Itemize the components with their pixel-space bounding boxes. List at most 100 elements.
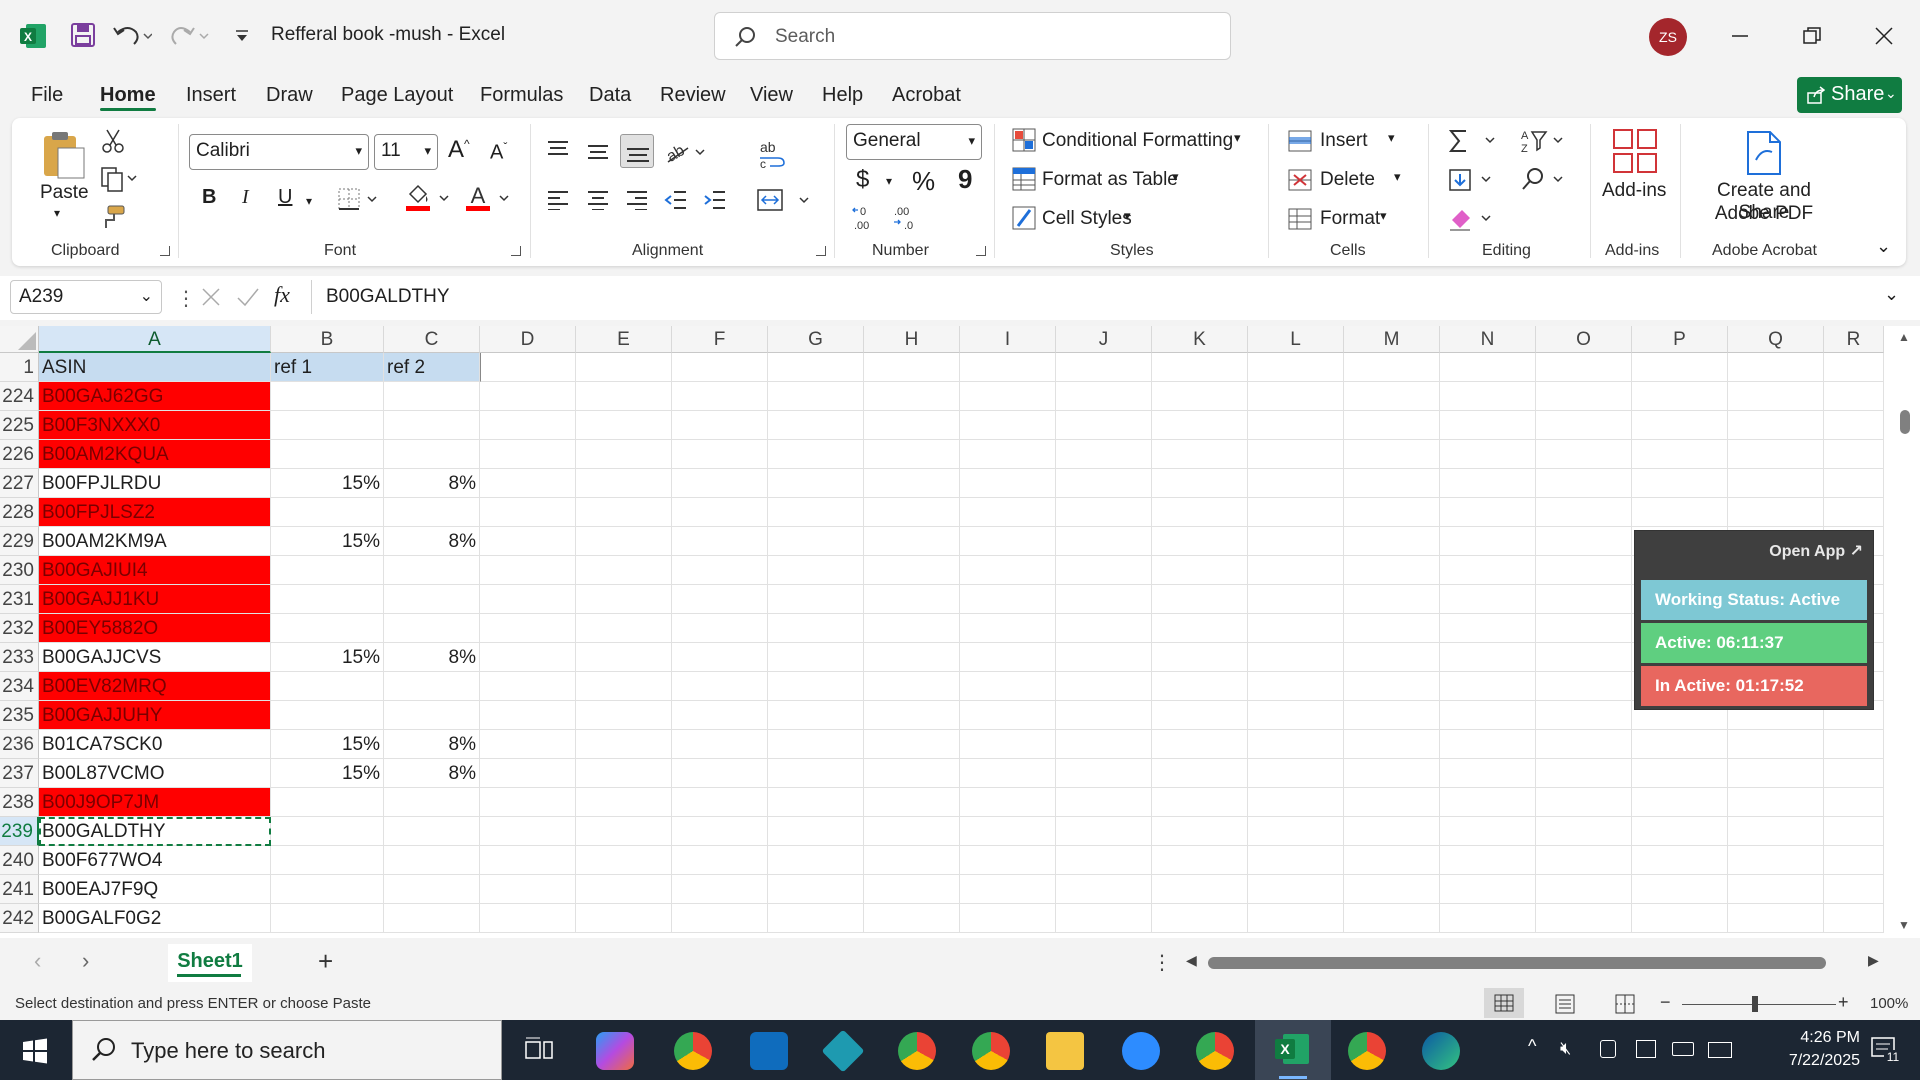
cell-a[interactable]: B00GAJJ1KU: [39, 585, 271, 614]
cell-empty[interactable]: [672, 556, 768, 585]
cancel-entry-icon[interactable]: [200, 286, 222, 308]
cell-empty[interactable]: [1536, 904, 1632, 933]
cell-empty[interactable]: [1248, 382, 1344, 411]
save-icon[interactable]: [70, 22, 96, 48]
cell-empty[interactable]: [1344, 440, 1440, 469]
cell-empty[interactable]: [960, 469, 1056, 498]
cell-empty[interactable]: [480, 469, 576, 498]
cell-empty[interactable]: [1824, 817, 1884, 846]
cell-a[interactable]: B00GAJJUHY: [39, 701, 271, 730]
cell-empty[interactable]: [1536, 730, 1632, 759]
cell-empty[interactable]: [1632, 353, 1728, 382]
cell-empty[interactable]: [960, 846, 1056, 875]
cell-empty[interactable]: [864, 817, 960, 846]
cell-empty[interactable]: [1056, 817, 1152, 846]
cell-empty[interactable]: [960, 817, 1056, 846]
cell-empty[interactable]: [1056, 498, 1152, 527]
cell-empty[interactable]: [1056, 701, 1152, 730]
increase-indent-icon[interactable]: [703, 190, 727, 210]
cell-empty[interactable]: [960, 585, 1056, 614]
cell-empty[interactable]: [1344, 904, 1440, 933]
cell-empty[interactable]: [768, 469, 864, 498]
row-header[interactable]: 228: [0, 498, 39, 527]
cell-empty[interactable]: [864, 411, 960, 440]
cell-a[interactable]: B00EV82MRQ: [39, 672, 271, 701]
cell-empty[interactable]: [1440, 730, 1536, 759]
cell-empty[interactable]: [672, 614, 768, 643]
cell-empty[interactable]: [1824, 382, 1884, 411]
recording-icon[interactable]: [1636, 1040, 1656, 1058]
cell-empty[interactable]: [1632, 469, 1728, 498]
cell-empty[interactable]: [1728, 759, 1824, 788]
cell-empty[interactable]: [1440, 788, 1536, 817]
chrome-profile-icon[interactable]: [1348, 1032, 1386, 1070]
cell-empty[interactable]: [672, 788, 768, 817]
cut-icon[interactable]: [102, 128, 124, 154]
cell-empty[interactable]: [1152, 411, 1248, 440]
cell-empty[interactable]: [1440, 904, 1536, 933]
zoom-level[interactable]: 100%: [1870, 995, 1908, 1012]
cell-empty[interactable]: [1248, 759, 1344, 788]
cell-empty[interactable]: [1824, 411, 1884, 440]
percent-button[interactable]: %: [912, 166, 935, 197]
cell-empty[interactable]: [1152, 817, 1248, 846]
cell-empty[interactable]: [1248, 701, 1344, 730]
cell-empty[interactable]: [1440, 411, 1536, 440]
cell-empty[interactable]: [1728, 382, 1824, 411]
cell-empty[interactable]: [1056, 382, 1152, 411]
cell-empty[interactable]: [1056, 643, 1152, 672]
wrap-text-icon[interactable]: ab c: [758, 138, 786, 168]
cell-empty[interactable]: [1152, 759, 1248, 788]
cell-b-header[interactable]: ref 1: [271, 353, 384, 382]
font-size-select[interactable]: 11 ▾: [374, 134, 438, 170]
cell-c[interactable]: [384, 382, 480, 411]
volume-muted-icon[interactable]: 🔇︎: [1560, 1038, 1571, 1059]
chrome-icon[interactable]: [674, 1032, 712, 1070]
more-options-icon[interactable]: ⋮: [1152, 950, 1172, 975]
row-header[interactable]: 224: [0, 382, 39, 411]
meet-now-icon[interactable]: [1600, 1040, 1616, 1058]
cell-a[interactable]: B00AM2KM9A: [39, 527, 271, 556]
cell-c[interactable]: [384, 904, 480, 933]
cell-empty[interactable]: [1632, 411, 1728, 440]
column-header-r[interactable]: R: [1824, 326, 1884, 353]
tab-insert[interactable]: Insert: [186, 84, 236, 107]
row-header[interactable]: 231: [0, 585, 39, 614]
taskbar-clock[interactable]: 4:26 PM 7/22/2025: [1760, 1026, 1860, 1072]
cell-b[interactable]: [271, 672, 384, 701]
cell-empty[interactable]: [1344, 585, 1440, 614]
cell-a-header[interactable]: ASIN: [39, 353, 271, 382]
cell-empty[interactable]: [1056, 730, 1152, 759]
cell-empty[interactable]: [1344, 469, 1440, 498]
cell-b[interactable]: [271, 440, 384, 469]
cell-empty[interactable]: [1824, 904, 1884, 933]
cell-empty[interactable]: [1440, 556, 1536, 585]
cell-a[interactable]: B00GAJJCVS: [39, 643, 271, 672]
cell-empty[interactable]: [480, 382, 576, 411]
cell-empty[interactable]: [1536, 701, 1632, 730]
cell-empty[interactable]: [480, 527, 576, 556]
cell-empty[interactable]: [1440, 846, 1536, 875]
cell-a[interactable]: B00F3NXXX0: [39, 411, 271, 440]
cell-c-header[interactable]: ref 2: [384, 353, 480, 382]
cell-empty[interactable]: [864, 701, 960, 730]
cell-empty[interactable]: [672, 730, 768, 759]
number-format-select[interactable]: General ▾: [846, 124, 982, 160]
format-painter-icon[interactable]: [100, 204, 126, 230]
cell-empty[interactable]: [576, 469, 672, 498]
cell-empty[interactable]: [864, 498, 960, 527]
fill-color-icon[interactable]: [404, 184, 450, 214]
cell-empty[interactable]: [1152, 846, 1248, 875]
cell-empty[interactable]: [864, 585, 960, 614]
cell-empty[interactable]: [1152, 440, 1248, 469]
cell-empty[interactable]: [960, 875, 1056, 904]
column-header-o[interactable]: O: [1536, 326, 1632, 353]
scroll-down-icon[interactable]: ▼: [1898, 918, 1910, 932]
cell-empty[interactable]: [1248, 730, 1344, 759]
cell-empty[interactable]: [480, 672, 576, 701]
cell-empty[interactable]: [1248, 788, 1344, 817]
horizontal-scroll-thumb[interactable]: [1208, 957, 1826, 969]
cell-empty[interactable]: [1344, 730, 1440, 759]
cell-empty[interactable]: [1728, 788, 1824, 817]
paste-button[interactable]: [40, 130, 86, 180]
